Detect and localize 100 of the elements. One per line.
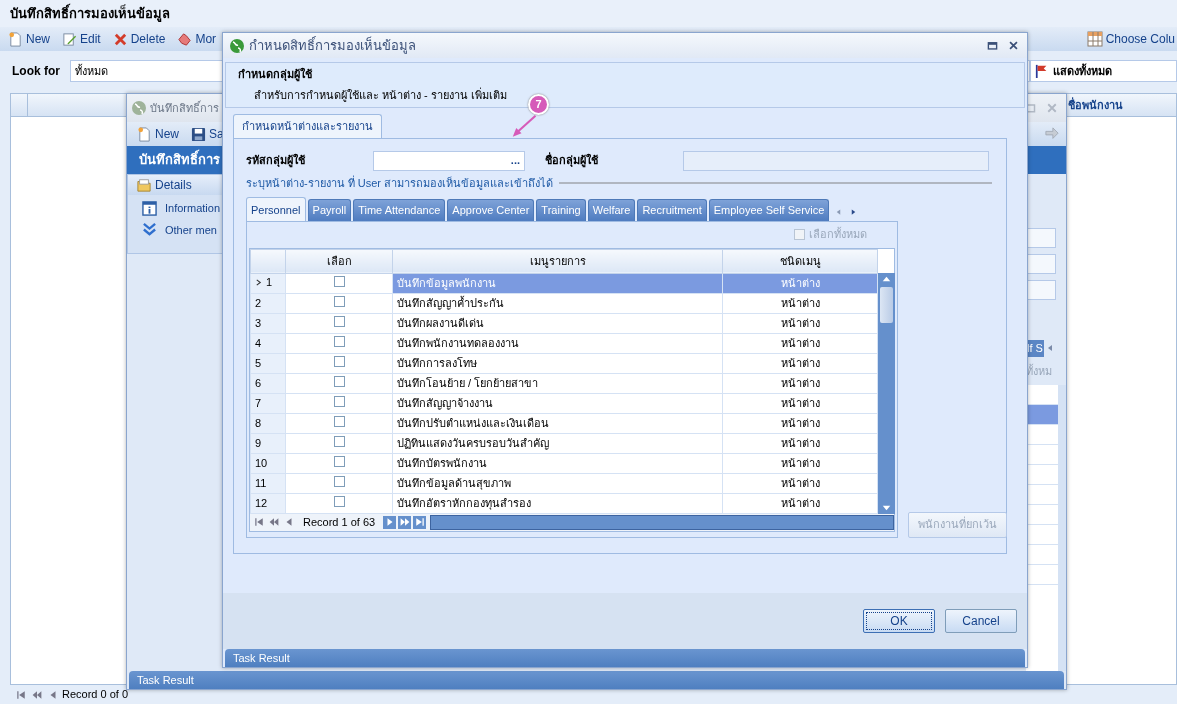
table-row[interactable]: 9 ปฏิทินแสดงวันครบรอบวันสำคัญ หน้าต่าง (250, 433, 878, 453)
table-cell: หน้าต่าง (722, 433, 878, 453)
checkbox[interactable] (333, 355, 345, 367)
row-number: 10 (250, 453, 286, 473)
table-cell: หน้าต่าง (722, 373, 878, 393)
column-header (250, 249, 286, 273)
checkbox[interactable] (333, 475, 345, 487)
navigation-arrow-icon[interactable] (253, 517, 264, 527)
dialog-button[interactable]: OK (863, 609, 935, 633)
checkbox[interactable] (333, 435, 345, 447)
table-row[interactable]: 2 บันทึกสัญญาค้ำประกัน หน้าต่าง (250, 293, 878, 313)
task-result-bar: Task Result (225, 649, 1025, 667)
table-cell: บันทึกพนักงานทดลองงาน (392, 333, 723, 353)
table-row[interactable]: 5 บันทึกการลงโทษ หน้าต่าง (250, 353, 878, 373)
toolbar-button[interactable]: New (135, 125, 181, 143)
choose-columns-button[interactable]: Choose Colu (1084, 30, 1177, 48)
checkbox[interactable] (333, 375, 345, 387)
column-header: เมนูรายการ (392, 249, 723, 273)
tab[interactable]: Personnel (246, 197, 306, 221)
tab[interactable]: กำหนดหน้าต่างและรายงาน (233, 114, 382, 138)
row-number: 2 (250, 293, 286, 313)
dialog-button[interactable]: Cancel (945, 609, 1017, 633)
table-cell: บันทึกปรับตำแหน่งและเงินเดือน (392, 413, 723, 433)
input-field[interactable] (1026, 254, 1056, 274)
browse-button[interactable]: ... (506, 155, 524, 166)
instruction-text: ระบุหน้าต่าง-รายงาน ที่ User สามารถมองเห็นข้อมูลและเข้าถึงได้ (246, 174, 554, 191)
row-number: 12 (250, 493, 286, 513)
table-row[interactable]: 3 บันทึกผลงานดีเด่น หน้าต่าง (250, 313, 878, 333)
checkbox[interactable] (333, 335, 345, 347)
folder-icon (136, 178, 152, 192)
scrollbar[interactable] (878, 272, 895, 514)
close-icon[interactable] (1008, 40, 1019, 51)
checkbox[interactable] (333, 495, 345, 507)
row-number: 7 (250, 393, 286, 413)
info-icon (142, 200, 157, 216)
look-for-label: Look for (12, 63, 61, 80)
checkbox[interactable] (333, 275, 345, 287)
pencil-document-icon (62, 31, 77, 47)
table-cell: หน้าต่าง (722, 413, 878, 433)
row-number: 11 (250, 473, 286, 493)
navigation-arrow-icon[interactable] (414, 517, 425, 527)
details-link[interactable]: Information (128, 195, 226, 217)
group-title: กำหนดกลุ่มผู้ใช้ (238, 66, 312, 83)
table-row[interactable]: 12 บันทึกอัตราหักกองทุนสำรอง หน้าต่าง (250, 493, 878, 513)
globe-icon (131, 100, 147, 116)
column-header: ชื่อพนักงาน (1067, 96, 1124, 113)
table-cell: หน้าต่าง (722, 293, 878, 313)
table-row[interactable]: 7 บันทึกสัญญาจ้างงาน หน้าต่าง (250, 393, 878, 413)
toolbar-button[interactable]: Delete (110, 30, 168, 48)
maximize-icon[interactable] (987, 40, 998, 51)
name-field[interactable] (683, 150, 989, 171)
table-row[interactable]: 8 บันทึกปรับตำแหน่งและเงินเดือน หน้าต่าง (250, 413, 878, 433)
cross-icon (112, 31, 128, 47)
input-field[interactable] (1026, 228, 1056, 248)
checkbox[interactable] (333, 415, 345, 427)
navigation-arrow-icon[interactable] (15, 689, 26, 700)
row-pointer-icon (255, 278, 262, 288)
app-title: บันทึกสิทธิ์การมองเห็นข้อมูล (0, 0, 1177, 27)
table-cell: บันทึกการลงโทษ (392, 353, 723, 373)
group-subtitle: สำหรับการกำหนดผู้ใช้และ หน้าต่าง - รายงาน เพิ่มเติม (254, 86, 507, 103)
checkbox[interactable] (333, 315, 345, 327)
table-row[interactable]: 1 บันทึกข้อมูลพนักงาน หน้าต่าง (250, 273, 878, 293)
code-field[interactable]: ... (373, 150, 525, 171)
task-result-bar: Task Result (129, 671, 1064, 689)
document-icon (137, 126, 152, 142)
toolbar-button[interactable]: Edit (60, 30, 103, 48)
record-counter: Record 1 of 63 (302, 514, 377, 530)
flag-icon (1035, 63, 1049, 79)
table-row[interactable]: 4 บันทึกพนักงานทดลองงาน หน้าต่าง (250, 333, 878, 353)
checkbox[interactable] (333, 395, 345, 407)
field-label: รหัสกลุ่มผู้ใช้ (246, 152, 306, 169)
toolbar-button[interactable]: New (6, 30, 52, 48)
toolbar-button[interactable]: Mor (175, 30, 219, 48)
table-cell: หน้าต่าง (722, 353, 878, 373)
navigation-arrow-icon[interactable] (268, 517, 279, 527)
table-row[interactable]: 11 บันทึกข้อมูลด้านสุขภาพ หน้าต่าง (250, 473, 878, 493)
table-row[interactable]: 10 บันทึกบัตรพนักงาน หน้าต่าง (250, 453, 878, 473)
checkbox[interactable] (333, 295, 345, 307)
table-row[interactable]: 6 บันทึกโอนย้าย / โยกย้ายสาขา หน้าต่าง (250, 373, 878, 393)
table-cell: บันทึกผลงานดีเด่น (392, 313, 723, 333)
row-number: 4 (250, 333, 286, 353)
navigation-arrow-icon[interactable] (399, 517, 410, 527)
table-cell: หน้าต่าง (722, 313, 878, 333)
details-link[interactable]: Other men (128, 216, 226, 238)
globe-icon (229, 37, 245, 54)
table-cell: ปฏิทินแสดงวันครบรอบวันสำคัญ (392, 433, 723, 453)
scrollbar[interactable] (430, 514, 894, 530)
field-label: ชื่อกลุ่มผู้ใช้ (545, 152, 599, 169)
scrollbar-thumb[interactable] (880, 286, 893, 323)
show-all-field[interactable]: แสดงทั้งหมด (1030, 60, 1177, 82)
table-cell: หน้าต่าง (722, 493, 878, 513)
column-header: เลือก (285, 249, 393, 273)
table-cell: บันทึกข้อมูลด้านสุขภาพ (392, 473, 723, 493)
table-cell: หน้าต่าง (722, 473, 878, 493)
checkbox[interactable] (333, 455, 345, 467)
input-field[interactable] (1026, 280, 1056, 300)
column-header: ชนิดเมนู (722, 249, 878, 273)
table-cell: หน้าต่าง (722, 333, 878, 353)
select-all-label: ทั้งหม (1026, 363, 1053, 379)
navigation-arrow-icon[interactable] (31, 689, 42, 700)
